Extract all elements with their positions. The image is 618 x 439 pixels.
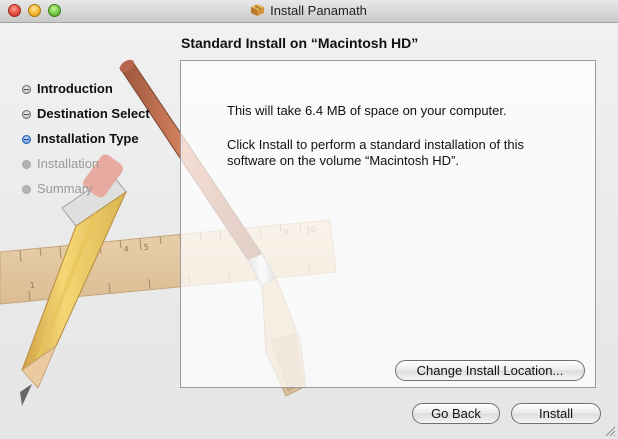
window-title-text: Install Panamath [270,3,367,18]
step-label: Installation Type [37,131,139,146]
space-required-text: This will take 6.4 MB of space on your c… [227,103,507,118]
step-done-icon [22,85,31,94]
package-icon [251,4,265,16]
installer-window: Install Panamath 4 5 1 Standard Install … [0,0,618,439]
go-back-button[interactable]: Go Back [412,403,500,424]
step-installation: Installation [22,156,150,181]
step-current-icon [22,135,31,144]
install-button[interactable]: Install [511,403,601,424]
step-pending-icon [22,185,31,194]
step-destination-select: Destination Select [22,106,150,131]
change-install-location-button[interactable]: Change Install Location... [395,360,585,381]
step-label: Installation [37,156,100,171]
step-done-icon [22,110,31,119]
installer-steps: Introduction Destination Select Installa… [22,81,150,206]
window-title: Install Panamath [0,3,618,19]
title-bar[interactable]: Install Panamath [0,0,618,23]
step-installation-type: Installation Type [22,131,150,156]
step-label: Destination Select [37,106,150,121]
page-heading: Standard Install on “Macintosh HD” [181,35,419,51]
step-label: Introduction [37,81,113,96]
step-introduction: Introduction [22,81,150,106]
step-pending-icon [22,160,31,169]
step-summary: Summary [22,181,150,206]
resize-grip-icon[interactable] [604,425,616,437]
step-label: Summary [37,181,93,196]
content-panel: This will take 6.4 MB of space on your c… [180,60,596,388]
install-instructions-text: Click Install to perform a standard inst… [227,137,524,168]
